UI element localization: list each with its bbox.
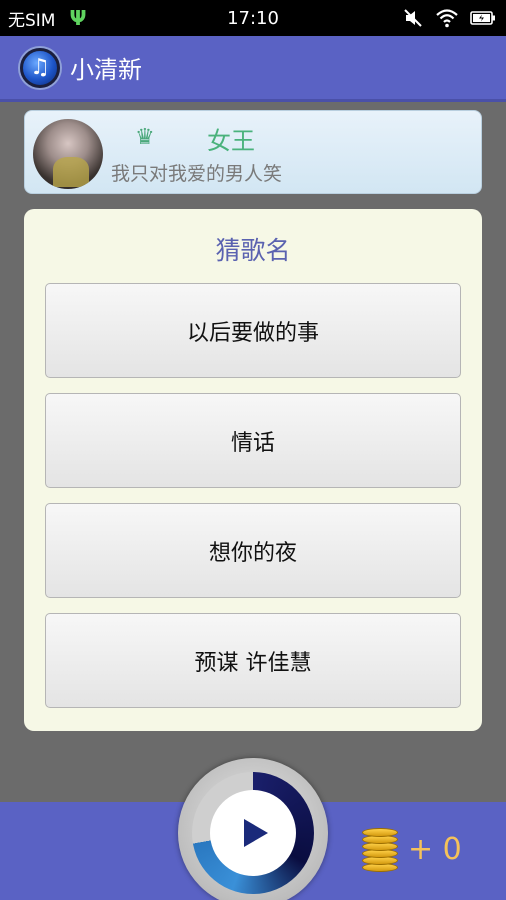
- coin-stack-icon: [362, 828, 398, 872]
- coin-count: + 0: [408, 832, 462, 867]
- avatar[interactable]: [33, 119, 103, 189]
- answer-option-button[interactable]: 情话: [45, 393, 461, 488]
- answer-option-button[interactable]: 预谋 许佳慧: [45, 613, 461, 708]
- play-button-face[interactable]: [210, 790, 296, 876]
- profile-signature: 我只对我爱的男人笑: [111, 163, 283, 185]
- music-note-icon[interactable]: ♫: [20, 47, 60, 88]
- answer-option-button[interactable]: 想你的夜: [45, 503, 461, 598]
- status-bar: 无SIM Ψ 17:10: [0, 0, 506, 36]
- play-icon: [244, 819, 268, 847]
- mute-icon: [404, 9, 422, 27]
- crown-icon: ♛: [135, 125, 155, 150]
- battery-icon: [470, 11, 495, 25]
- playback-progress-ring: [192, 772, 314, 894]
- play-button[interactable]: [178, 758, 328, 900]
- status-right: [402, 0, 496, 36]
- quiz-title: 猜歌名: [215, 236, 291, 265]
- quiz-panel: 猜歌名 以后要做的事 情话 想你的夜 预谋 许佳慧: [24, 209, 482, 731]
- action-bar: ♫ 小清新: [0, 36, 506, 102]
- profile-card[interactable]: ♛ 女王 我只对我爱的男人笑: [24, 110, 482, 194]
- answer-option-button[interactable]: 以后要做的事: [45, 283, 461, 378]
- app-title: 小清新: [70, 56, 142, 84]
- wifi-icon: [436, 9, 458, 28]
- profile-name: 女王: [207, 127, 255, 155]
